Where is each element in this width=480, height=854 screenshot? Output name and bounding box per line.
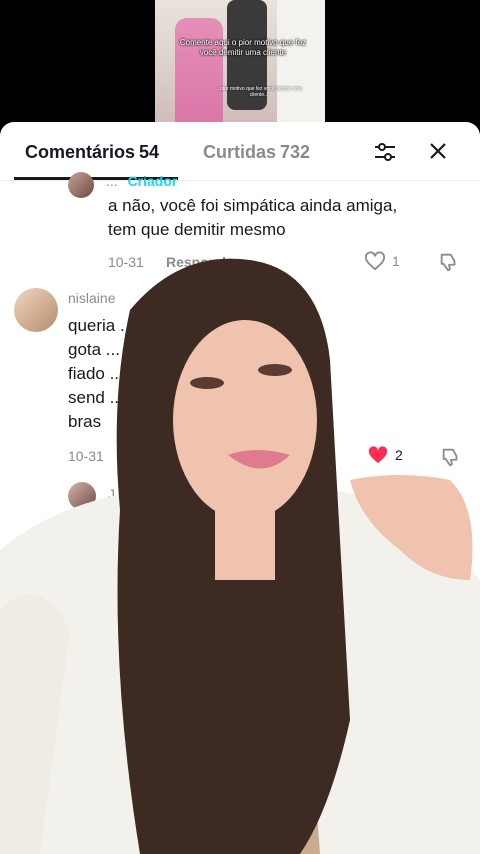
thumbs-down-icon <box>442 448 458 467</box>
comment-text: queria ... o meu trabalho, a gota ... qu… <box>68 316 279 431</box>
comment-username[interactable]: J... <box>108 486 127 502</box>
dislike-button[interactable] <box>438 251 460 273</box>
filter-button[interactable] <box>372 139 398 165</box>
close-icon <box>430 143 446 159</box>
thumbnail-person <box>175 18 223 135</box>
thumbnail-background <box>277 0 325 135</box>
comment-item: ... Criador a não, você foi simpática ai… <box>0 170 480 282</box>
comment-date: 10-31 <box>108 254 144 270</box>
heart-outline-icon <box>365 251 385 271</box>
tab-likes-count: 732 <box>280 142 311 162</box>
avatar[interactable] <box>68 482 96 510</box>
like-count: 2 <box>395 447 403 463</box>
video-area[interactable]: Comente aqui o pior motivo que fez você … <box>0 0 480 135</box>
comment-item: nislaine queria ... o meu trabalho, a go… <box>0 284 480 474</box>
like-button[interactable]: 1 <box>364 251 400 271</box>
like-count: 1 <box>392 253 400 269</box>
creator-tag: Criador <box>127 173 178 189</box>
sliders-icon <box>375 143 395 161</box>
tab-comments-count: 54 <box>139 142 160 162</box>
avatar[interactable] <box>68 172 94 198</box>
comment-item: J... ...trabalho de <box>0 478 480 538</box>
thumbs-down-icon <box>440 253 456 272</box>
tab-likes-label: Curtidas <box>203 142 277 162</box>
tab-comments-label: Comentários <box>25 142 136 162</box>
video-caption-small: ...pior motivo que fez você demitir uma … <box>216 86 302 98</box>
video-caption: Comente aqui o pior motivo que fez você … <box>179 38 307 57</box>
video-thumbnail[interactable]: Comente aqui o pior motivo que fez você … <box>155 0 325 135</box>
comment-username[interactable]: ... Criador <box>106 173 177 189</box>
tab-comments[interactable]: Comentários 54 <box>25 142 159 163</box>
reply-button[interactable]: Responder <box>166 254 239 270</box>
close-button[interactable] <box>426 139 450 163</box>
heart-filled-icon <box>368 446 388 464</box>
comment-text: ...trabalho de <box>318 508 418 527</box>
like-button[interactable]: 2 <box>367 445 403 465</box>
avatar[interactable] <box>14 288 58 332</box>
comment-username[interactable]: nislaine <box>68 290 115 306</box>
tab-likes[interactable]: Curtidas 732 <box>203 142 310 163</box>
avatar[interactable] <box>14 798 44 828</box>
comments-sheet: Comentários54 Curtidas732 ... Criador <box>0 122 480 854</box>
dislike-button[interactable] <box>440 446 462 468</box>
comment-text: a não, você foi simpática ainda amiga, t… <box>108 196 398 239</box>
comment-date: 10-31 <box>68 448 104 464</box>
